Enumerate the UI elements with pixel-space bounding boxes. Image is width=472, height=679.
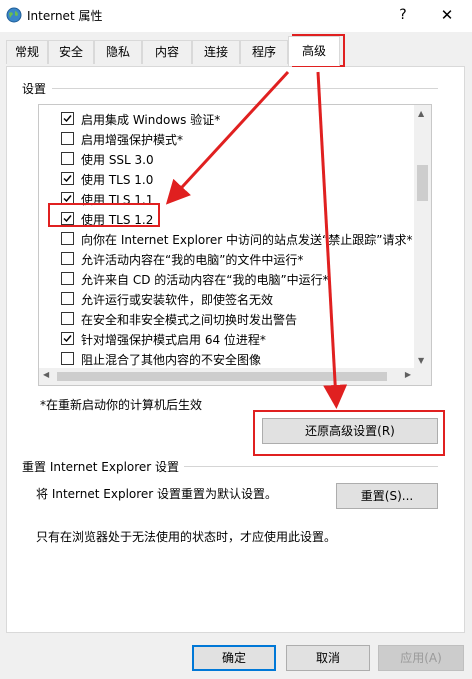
tab-programs[interactable]: 程序: [240, 40, 288, 64]
tab-privacy[interactable]: 隐私: [94, 40, 142, 64]
title-bar: Internet 属性 ? ✕: [0, 0, 472, 32]
ok-button[interactable]: 确定: [192, 645, 276, 671]
setting-row[interactable]: 使用 SSL 3.0: [39, 149, 415, 169]
setting-label: 允许活动内容在“我的电脑”的文件中运行*: [81, 253, 304, 267]
checkmark-icon: [63, 195, 72, 203]
setting-row[interactable]: 启用集成 Windows 验证*: [39, 109, 415, 129]
setting-row[interactable]: 阻止混合了其他内容的不安全图像: [39, 349, 415, 369]
setting-label: 使用 TLS 1.0: [81, 173, 154, 187]
vertical-scroll-thumb[interactable]: [417, 165, 428, 201]
setting-label: 向你在 Internet Explorer 中访问的站点发送“禁止跟踪”请求*: [81, 233, 413, 247]
reset-warning: 只有在浏览器处于无法使用的状态时，才应使用此设置。: [36, 530, 337, 544]
tab-strip: 常规 安全 隐私 内容 连接 程序 高级: [0, 36, 472, 66]
settings-group-label: 设置: [22, 82, 47, 96]
settings-divider: [52, 88, 438, 89]
setting-label: 阻止混合了其他内容的不安全图像: [81, 353, 262, 367]
reset-description: 将 Internet Explorer 设置重置为默认设置。: [36, 487, 278, 501]
settings-vertical-scrollbar[interactable]: ▲ ▼: [414, 105, 431, 369]
tab-security[interactable]: 安全: [48, 40, 94, 64]
setting-label: 在安全和非安全模式之间切换时发出警告: [81, 313, 298, 327]
setting-row[interactable]: 针对增强保护模式启用 64 位进程*: [39, 329, 415, 349]
checkmark-icon: [63, 175, 72, 183]
reset-divider: [184, 466, 438, 467]
setting-label: 使用 TLS 1.1: [81, 193, 154, 207]
setting-checkbox[interactable]: [61, 192, 74, 205]
setting-checkbox[interactable]: [61, 172, 74, 185]
setting-label: 启用集成 Windows 验证*: [81, 113, 221, 127]
setting-row[interactable]: 允许活动内容在“我的电脑”的文件中运行*: [39, 249, 415, 269]
internet-globe-icon: [6, 7, 22, 23]
reset-group-label: 重置 Internet Explorer 设置: [22, 460, 180, 474]
setting-row[interactable]: 允许来自 CD 的活动内容在“我的电脑”中运行*: [39, 269, 415, 289]
setting-row[interactable]: 向你在 Internet Explorer 中访问的站点发送“禁止跟踪”请求*: [39, 229, 415, 249]
checkmark-icon: [63, 215, 72, 223]
setting-checkbox[interactable]: [61, 112, 74, 125]
checkmark-icon: [63, 115, 72, 123]
tab-advanced[interactable]: 高级: [288, 36, 340, 66]
setting-checkbox[interactable]: [61, 132, 74, 145]
setting-checkbox[interactable]: [61, 292, 74, 305]
horizontal-scroll-thumb[interactable]: [57, 372, 387, 381]
setting-row[interactable]: 使用 TLS 1.0: [39, 169, 415, 189]
setting-checkbox[interactable]: [61, 232, 74, 245]
restart-footnote: *在重新启动你的计算机后生效: [40, 398, 203, 412]
setting-checkbox[interactable]: [61, 332, 74, 345]
setting-checkbox[interactable]: [61, 252, 74, 265]
tab-general[interactable]: 常规: [6, 40, 48, 64]
setting-label: 允许来自 CD 的活动内容在“我的电脑”中运行*: [81, 273, 329, 287]
close-button[interactable]: ✕: [434, 4, 460, 26]
restore-advanced-settings-button[interactable]: 还原高级设置(R): [262, 418, 438, 444]
setting-row[interactable]: 在安全和非安全模式之间切换时发出警告: [39, 309, 415, 329]
setting-checkbox[interactable]: [61, 152, 74, 165]
window-title: Internet 属性: [27, 9, 103, 23]
scroll-up-icon[interactable]: ▲: [418, 109, 424, 118]
setting-label: 使用 TLS 1.2: [81, 213, 154, 227]
setting-label: 允许运行或安装软件，即使签名无效: [81, 293, 274, 307]
setting-row[interactable]: 使用 TLS 1.2: [39, 209, 415, 229]
settings-horizontal-scrollbar[interactable]: ◀ ▶: [39, 368, 415, 385]
scroll-left-icon[interactable]: ◀: [43, 370, 49, 379]
setting-row[interactable]: 允许运行或安装软件，即使签名无效: [39, 289, 415, 309]
scrollbar-corner: [414, 368, 431, 385]
apply-button[interactable]: 应用(A): [378, 645, 464, 671]
scroll-down-icon[interactable]: ▼: [418, 356, 424, 365]
help-button[interactable]: ?: [392, 4, 414, 26]
setting-checkbox[interactable]: [61, 312, 74, 325]
setting-row[interactable]: 启用增强保护模式*: [39, 129, 415, 149]
setting-checkbox[interactable]: [61, 212, 74, 225]
setting-row[interactable]: 使用 TLS 1.1: [39, 189, 415, 209]
setting-label: 使用 SSL 3.0: [81, 153, 154, 167]
checkmark-icon: [63, 335, 72, 343]
setting-label: 针对增强保护模式启用 64 位进程*: [81, 333, 266, 347]
reset-button[interactable]: 重置(S)...: [336, 483, 438, 509]
setting-checkbox[interactable]: [61, 272, 74, 285]
setting-label: 启用增强保护模式*: [81, 133, 184, 147]
setting-checkbox[interactable]: [61, 352, 74, 365]
tab-connections[interactable]: 连接: [192, 40, 240, 64]
tab-content[interactable]: 内容: [142, 40, 192, 64]
cancel-button[interactable]: 取消: [286, 645, 370, 671]
settings-list[interactable]: 启用集成 Windows 验证* 启用增强保护模式* 使用 SSL 3.0 使用 TL…: [38, 104, 432, 386]
scroll-right-icon[interactable]: ▶: [405, 370, 411, 379]
